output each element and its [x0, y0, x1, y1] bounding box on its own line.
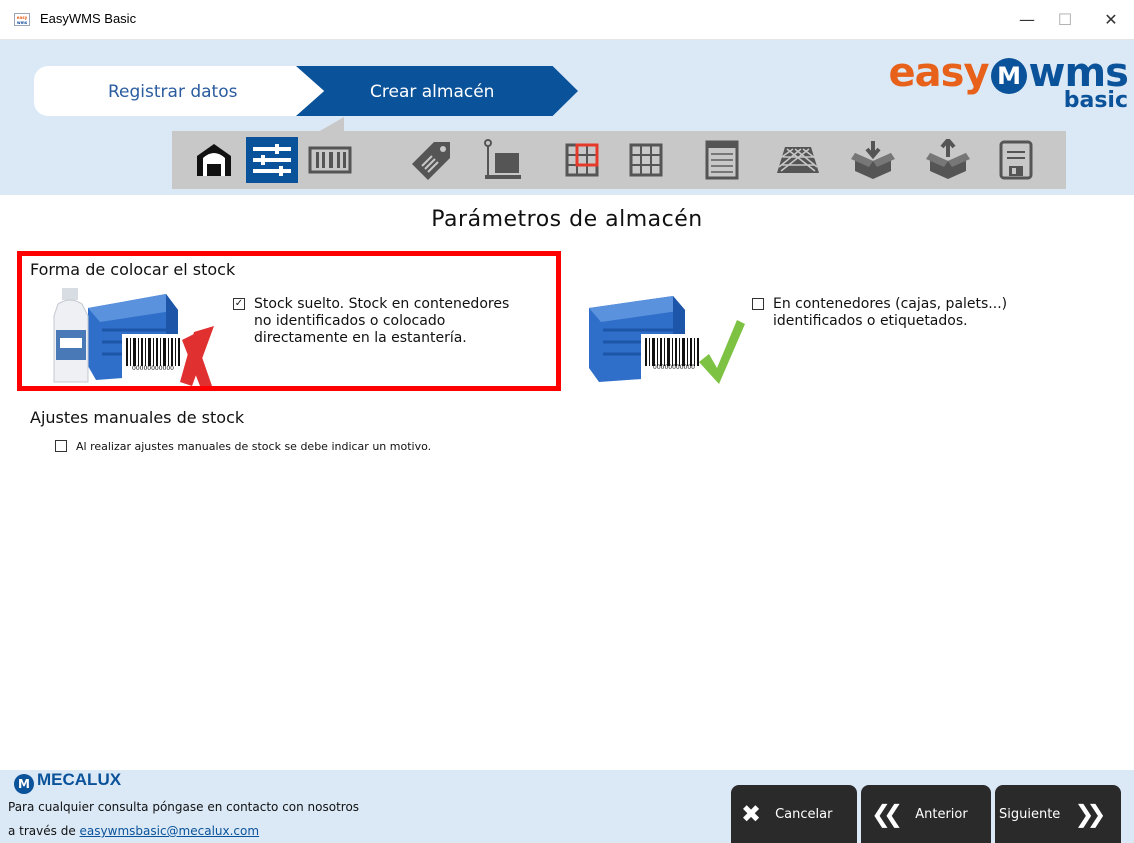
mecalux-brand: MECALUX — [37, 770, 122, 789]
sliders-icon[interactable] — [246, 137, 298, 183]
loose-stock-line-1: Stock suelto. Stock en contenedores — [254, 296, 510, 312]
cancel-label: Cancelar — [775, 806, 833, 822]
identified-stock-illustration: 00000000000 — [585, 288, 745, 388]
barcode-number: 00000000000 — [132, 365, 174, 372]
box-in-icon[interactable] — [847, 137, 899, 183]
app-icon-bottom: wms — [16, 20, 28, 25]
steps-toolbar — [172, 131, 1066, 189]
footer: M MECALUX Para cualquier consulta póngase… — [0, 770, 1134, 843]
loose-stock-line-2: no identificados o colocado — [254, 313, 446, 329]
identified-stock-checkbox[interactable] — [752, 298, 764, 310]
identified-stock-label: En contenedores (cajas, palets...) ident… — [773, 296, 1007, 330]
identified-stock-line-1: En contenedores (cajas, palets...) — [773, 296, 1008, 312]
warehouse-icon[interactable] — [188, 137, 240, 183]
contact-line-2: a través de easywmsbasic@mecalux.com — [8, 824, 259, 838]
double-right-arrow-icon: ❯❯ — [1074, 800, 1106, 828]
adjust-section-heading: Ajustes manuales de stock — [30, 408, 245, 427]
mecalux-logo: M MECALUX — [14, 770, 121, 794]
cancel-button[interactable]: ✖ Cancelar — [731, 785, 857, 843]
rack-icon[interactable] — [696, 137, 748, 183]
step-label-2: Crear almacén — [370, 82, 495, 102]
logo-mark-icon: M — [990, 58, 1027, 94]
easywms-logo: easy Mwms basic — [888, 50, 1129, 113]
logo-easy: easy — [888, 50, 990, 96]
app-icon: easy wms — [14, 13, 30, 26]
next-label: Siguiente — [999, 806, 1061, 822]
loose-stock-line-3: directamente en la estantería. — [254, 330, 467, 346]
previous-label: Anterior — [915, 806, 968, 822]
cancel-x-icon: ✖ — [741, 800, 762, 828]
tag-icon[interactable] — [406, 137, 458, 183]
contact-email-link[interactable]: easywmsbasic@mecalux.com — [80, 824, 260, 838]
minimize-button[interactable]: — — [1012, 8, 1042, 32]
toolbar-notch — [318, 117, 344, 132]
next-button[interactable]: Siguiente ❯❯ — [995, 785, 1121, 843]
maximize-button[interactable]: ☐ — [1050, 8, 1080, 32]
contact-prefix: a través de — [8, 824, 76, 838]
double-left-arrow-icon: ❮❮ — [871, 800, 903, 828]
grid-icon[interactable] — [620, 137, 672, 183]
step-label-1: Registrar datos — [108, 82, 238, 102]
grid-red-icon[interactable] — [556, 137, 608, 183]
mecalux-mark-icon: M — [14, 774, 34, 794]
adjust-reason-label: Al realizar ajustes manuales de stock se… — [76, 440, 432, 453]
contact-line-1: Para cualquier consulta póngase en conta… — [8, 800, 360, 814]
previous-button[interactable]: ❮❮ Anterior — [861, 785, 991, 843]
loose-stock-illustration: 00000000000 — [48, 286, 218, 386]
title-bar: easy wms EasyWMS Basic — ☐ ✕ — [0, 0, 1134, 40]
save-icon[interactable] — [990, 137, 1042, 183]
identified-stock-line-2: identificados o etiquetados. — [773, 313, 968, 329]
loose-stock-label: Stock suelto. Stock en contenedores no i… — [254, 296, 509, 347]
barcode-icon[interactable] — [304, 137, 356, 183]
wizard-header: Registrar datos Crear almacén easy Mwms b… — [0, 40, 1134, 195]
window-title: EasyWMS Basic — [40, 11, 137, 26]
box-out-icon[interactable] — [922, 137, 974, 183]
close-button[interactable]: ✕ — [1096, 8, 1126, 32]
barcode-number: 00000000000 — [653, 364, 695, 371]
pallet-icon[interactable] — [475, 137, 527, 183]
loose-stock-checkbox[interactable]: ✓ — [233, 298, 245, 310]
stock-section-heading: Forma de colocar el stock — [30, 260, 236, 279]
net-icon[interactable] — [772, 137, 824, 183]
adjust-reason-checkbox[interactable] — [55, 440, 67, 452]
page-title: Parámetros de almacén — [431, 207, 703, 232]
